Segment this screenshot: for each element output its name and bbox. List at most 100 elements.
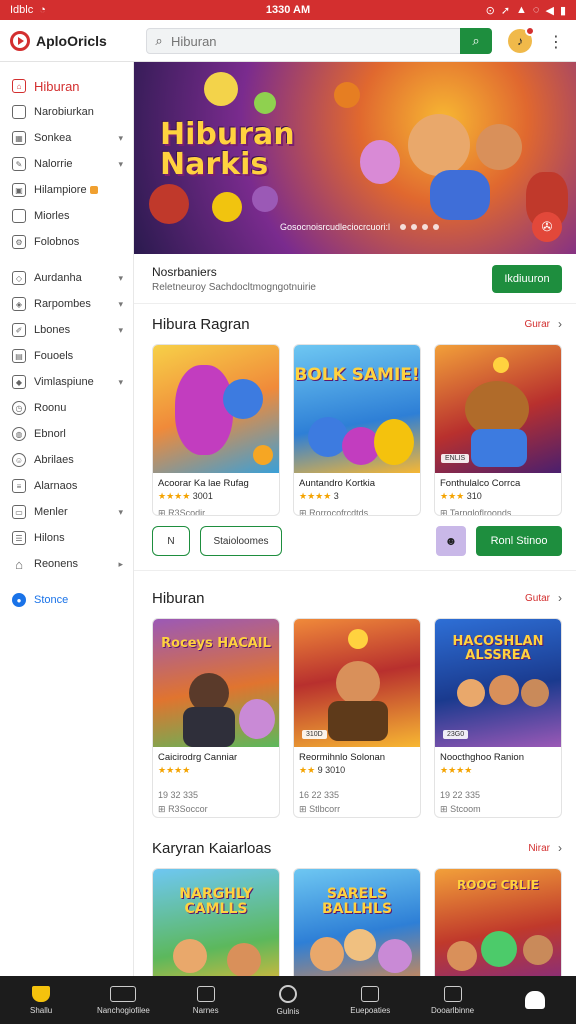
sidebar-item-label: Menler bbox=[34, 506, 68, 518]
status-left-text: Idblc bbox=[10, 4, 34, 16]
sidebar-item-3[interactable]: ✎ Nalorrie ▾ bbox=[0, 151, 133, 177]
game-card[interactable]: ROOG CRLIE bbox=[434, 868, 562, 976]
bottom-nav-apps[interactable]: Narnes bbox=[165, 976, 247, 1024]
sidebar-item-16[interactable]: ▭ Menler ▾ bbox=[0, 499, 133, 525]
sidebar-item-2[interactable]: ▦ Sonkea ▾ bbox=[0, 125, 133, 151]
section-header: Hiburan Gutar › bbox=[152, 578, 562, 618]
game-card-meta: 19 22 335 bbox=[440, 790, 481, 800]
bottom-nav-home[interactable]: Shallu bbox=[0, 976, 82, 1024]
action-button-outline[interactable]: Staioloomes bbox=[200, 526, 282, 556]
section-header: Karyran Kaiarloas Nirar › bbox=[152, 828, 562, 868]
notification-button[interactable]: ♪ bbox=[508, 26, 535, 53]
carousel-dots[interactable] bbox=[400, 224, 440, 230]
character-art bbox=[183, 707, 235, 747]
game-card[interactable]: HACOSHLAN ALSSREA 23G0 Noocthghoo Ranion… bbox=[434, 618, 562, 818]
sidebar-item-label: Abrilaes bbox=[34, 454, 74, 466]
bottom-nav-games[interactable]: Nanchogiofilee bbox=[82, 976, 164, 1024]
hero-decoration bbox=[149, 184, 189, 224]
alarm-icon: ⊙ bbox=[485, 4, 495, 17]
sidebar-item-6[interactable]: ⚙ Folobnos bbox=[0, 229, 133, 255]
book-icon: ▤ bbox=[12, 349, 26, 363]
section-more-link[interactable]: Nirar › bbox=[528, 841, 562, 855]
section-more-link[interactable]: Gutar › bbox=[525, 591, 562, 605]
game-card[interactable]: 310D Reormihnlo Solonan ★★ 9 3010 16 22 … bbox=[293, 618, 421, 818]
sidebar-item-12[interactable]: ◷ Roonu bbox=[0, 395, 133, 421]
section-more-label: Gutar bbox=[524, 592, 550, 604]
sidebar-item-15[interactable]: ≡ Alarnaos bbox=[0, 473, 133, 499]
section-more-link[interactable]: Gurar › bbox=[524, 317, 562, 331]
hero-banner[interactable]: Hiburan Narkis Gosocnoisrcudleciocrcuori… bbox=[134, 62, 576, 254]
chevron-down-icon: ▾ bbox=[118, 298, 123, 309]
sidebar-item-7[interactable]: ◇ Aurdanha ▾ bbox=[0, 265, 133, 291]
action-button-small[interactable]: N bbox=[152, 526, 190, 556]
bottom-nav: Shallu Nanchogiofilee Narnes Gulnis Euep… bbox=[0, 976, 576, 1024]
game-tag: 310D bbox=[302, 730, 327, 739]
sidebar-item-store[interactable]: ● Stonce bbox=[0, 587, 133, 613]
sidebar-item-label: Miorles bbox=[34, 210, 70, 222]
bottom-nav-profile[interactable] bbox=[494, 976, 576, 1024]
rating-value: 310 bbox=[466, 491, 482, 501]
badge-icon bbox=[89, 186, 98, 195]
sidebar-item-hiburan[interactable]: ⌂ Hiburan bbox=[0, 73, 133, 99]
game-card[interactable]: ENLIS Fonthulalco Corrca ★★★ 310 ⊞ Tarng… bbox=[434, 344, 562, 516]
bottom-nav-video[interactable]: Euepoaties bbox=[329, 976, 411, 1024]
sidebar-item-14[interactable]: ☺ Abrilaes bbox=[0, 447, 133, 473]
search-button[interactable]: ⌕ bbox=[460, 28, 492, 54]
character-art bbox=[223, 379, 263, 419]
chevron-right-icon: ▸ bbox=[118, 558, 123, 569]
bottom-nav-calendar[interactable]: Dooarlbinne bbox=[411, 976, 493, 1024]
character-art bbox=[489, 675, 519, 705]
game-card[interactable]: Roceys HACAIL Caicirodrg Canniar ★★★★ 19… bbox=[152, 618, 280, 818]
sidebar-item-5[interactable]: Miorles bbox=[0, 203, 133, 229]
sidebar-item-9[interactable]: ✐ Lbones ▾ bbox=[0, 317, 133, 343]
section-karyran: Karyran Kaiarloas Nirar › NARGHLY CAMLLS… bbox=[134, 828, 576, 976]
game-card[interactable]: NARGHLY CAMLLS bbox=[152, 868, 280, 976]
character-art bbox=[239, 699, 275, 739]
game-card-art-title: ROOG CRLIE bbox=[456, 878, 540, 892]
more-options-icon[interactable]: ⋮ bbox=[548, 32, 564, 52]
sidebar-item-label: Reonens bbox=[34, 558, 79, 570]
controller-icon[interactable]: ✇ bbox=[532, 212, 562, 242]
search-icon: ⌕ bbox=[155, 33, 163, 48]
section-more-label: Gurar bbox=[524, 318, 550, 330]
sidebar-divider bbox=[0, 255, 133, 265]
promo-button[interactable]: Ikdiuuron bbox=[492, 264, 562, 293]
cube-icon: ◈ bbox=[12, 297, 26, 311]
character-art bbox=[374, 419, 414, 465]
sidebar-item-label: Hilampiore bbox=[34, 184, 123, 196]
sidebar-item-13[interactable]: ◍ Ebnorl bbox=[0, 421, 133, 447]
sidebar-item-1[interactable]: Narobiurkan bbox=[0, 99, 133, 125]
chevron-down-icon: ▾ bbox=[118, 158, 123, 169]
avatar[interactable]: ☻ bbox=[436, 526, 466, 556]
sidebar-item-4[interactable]: ▣ Hilampiore bbox=[0, 177, 133, 203]
chevron-down-icon: ▾ bbox=[118, 132, 123, 143]
person-icon bbox=[524, 991, 545, 1009]
bottom-nav-label: Shallu bbox=[30, 1005, 53, 1015]
app-name: AploOricls bbox=[36, 32, 107, 49]
rating-value: 3001 bbox=[192, 491, 213, 501]
folder-icon bbox=[12, 209, 26, 223]
sidebar-item-11[interactable]: ◆ Vimlaspiune ▾ bbox=[0, 369, 133, 395]
promo-subtitle: Reletneuroy Sachdocltmogngotnuirie bbox=[152, 281, 316, 293]
game-card[interactable]: BOLK SAMIE! Auntandro Kortkia ★★★★ 3 ⊞ R… bbox=[293, 344, 421, 516]
game-card[interactable]: SARELS BALLHLS bbox=[293, 868, 421, 976]
sidebar-item-10[interactable]: ▤ Fouoels bbox=[0, 343, 133, 369]
character-art bbox=[227, 943, 261, 976]
app-logo[interactable]: AploOricls bbox=[0, 30, 134, 51]
search-input[interactable] bbox=[171, 33, 460, 49]
controller-icon bbox=[110, 985, 137, 1002]
hero-decoration bbox=[252, 186, 278, 212]
bottom-nav-circle[interactable]: Gulnis bbox=[247, 976, 329, 1024]
chevron-down-icon: ▾ bbox=[118, 376, 123, 387]
search-bar: ⌕ ⌕ bbox=[146, 28, 492, 54]
game-card[interactable]: Acoorar Ka lae Rufag ★★★★ 3001 ⊞ R3Scodi… bbox=[152, 344, 280, 516]
sidebar-item-8[interactable]: ◈ Rarpombes ▾ bbox=[0, 291, 133, 317]
sidebar-item-18[interactable]: ⌂ Reonens ▸ bbox=[0, 551, 133, 577]
game-card-meta: ⊞ Rorrocofrcdtds bbox=[294, 502, 420, 515]
sidebar-item-17[interactable]: ☰ Hilons bbox=[0, 525, 133, 551]
hero-decoration bbox=[204, 72, 238, 106]
section-actions: N Staioloomes ☻ Ronl Stinoo bbox=[152, 516, 562, 566]
game-card-meta-text: Stcoom bbox=[450, 804, 481, 814]
action-button-primary[interactable]: Ronl Stinoo bbox=[476, 526, 562, 556]
card-row: Acoorar Ka lae Rufag ★★★★ 3001 ⊞ R3Scodi… bbox=[152, 344, 562, 516]
